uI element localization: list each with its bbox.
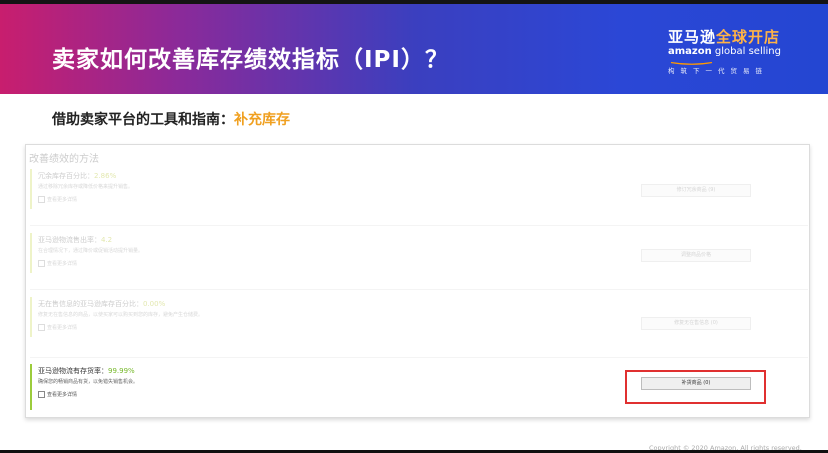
logo-cn: 亚马逊全球开店 [668, 26, 808, 47]
metric-stranded-inventory: 无在售信息的亚马逊库存百分比：0.00% 修复无在售信息的商品，以使买家可以购买… [30, 297, 808, 337]
logo-cn-main: 亚马逊 [668, 28, 717, 46]
metric-name: 亚马逊物流售出率：4.2 [38, 236, 113, 244]
metric-value: 2.86% [94, 172, 117, 180]
metric-description: 在合理情况下，通过降价或促销活动提升销量。 [38, 248, 144, 254]
section-accent-bar [30, 169, 32, 209]
section-accent-bar [30, 233, 32, 273]
adjust-price-button[interactable]: 调整商品价格 [641, 249, 751, 262]
divider [30, 357, 808, 358]
view-details-toggle[interactable]: 查看更多详情 [38, 260, 77, 267]
section-accent-bar [30, 297, 32, 337]
improve-performance-panel: 改善绩效的方法 冗余库存百分比：2.86% 通过移除冗余库存或降低价格来提升销售… [25, 144, 810, 418]
logo-en: amazon global selling [668, 46, 808, 57]
amazon-global-selling-logo: 亚马逊全球开店 amazon global selling 构筑下一代贸易链 [668, 26, 808, 75]
metric-description: 修复无在售信息的商品，以使买家可以购买到您的库存，避免产生仓储费。 [38, 312, 204, 318]
logo-cn-accent: 全球开店 [716, 28, 781, 46]
metric-value: 99.99% [108, 367, 135, 375]
metric-excess-inventory: 冗余库存百分比：2.86% 通过移除冗余库存或降低价格来提升销售。 查看更多详情… [30, 169, 808, 209]
logo-en-bold: amazon [668, 46, 712, 57]
metric-name: 无在售信息的亚马逊库存百分比：0.00% [38, 300, 166, 308]
metric-description: 确保您的畅销商品有货，以免错失销售机会。 [38, 379, 139, 385]
checkbox-icon [38, 260, 45, 267]
checkbox-icon [38, 391, 45, 398]
view-details-toggle[interactable]: 查看更多详情 [38, 391, 77, 398]
slide-subtitle: 借助卖家平台的工具和指南：补充库存 [52, 109, 290, 129]
logo-tagline: 构筑下一代贸易链 [668, 67, 768, 75]
checkbox-icon [38, 324, 45, 331]
view-details-toggle[interactable]: 查看更多详情 [38, 196, 77, 203]
subtitle-prefix: 借助卖家平台的工具和指南： [52, 112, 234, 128]
slide-header: 卖家如何改善库存绩效指标（IPI）？ 亚马逊全球开店 amazon global… [0, 4, 828, 94]
subtitle-highlight: 补充库存 [234, 112, 290, 128]
metric-description: 通过移除冗余库存或降低价格来提升销售。 [38, 184, 134, 190]
slide: 卖家如何改善库存绩效指标（IPI）？ 亚马逊全球开店 amazon global… [0, 0, 828, 453]
fix-stranded-button[interactable]: 修复无在售信息 (0) [641, 317, 751, 330]
divider [30, 289, 808, 290]
metric-value: 4.2 [101, 236, 113, 244]
checkbox-icon [38, 196, 45, 203]
slide-title: 卖家如何改善库存绩效指标（IPI）？ [52, 47, 449, 73]
divider [30, 225, 808, 226]
logo-en-rest: global selling [711, 46, 781, 57]
view-details-toggle[interactable]: 查看更多详情 [38, 324, 77, 331]
metric-name: 亚马逊物流有存货率：99.99% [38, 367, 135, 375]
panel-title: 改善绩效的方法 [29, 154, 99, 165]
highlight-box [625, 370, 766, 404]
metric-name: 冗余库存百分比：2.86% [38, 172, 117, 180]
metric-value: 0.00% [143, 300, 166, 308]
fix-excess-button[interactable]: 修订冗余商品 (9) [641, 184, 751, 197]
metric-sell-through: 亚马逊物流售出率：4.2 在合理情况下，通过降价或促销活动提升销量。 查看更多详… [30, 233, 808, 273]
section-accent-bar [30, 364, 32, 410]
